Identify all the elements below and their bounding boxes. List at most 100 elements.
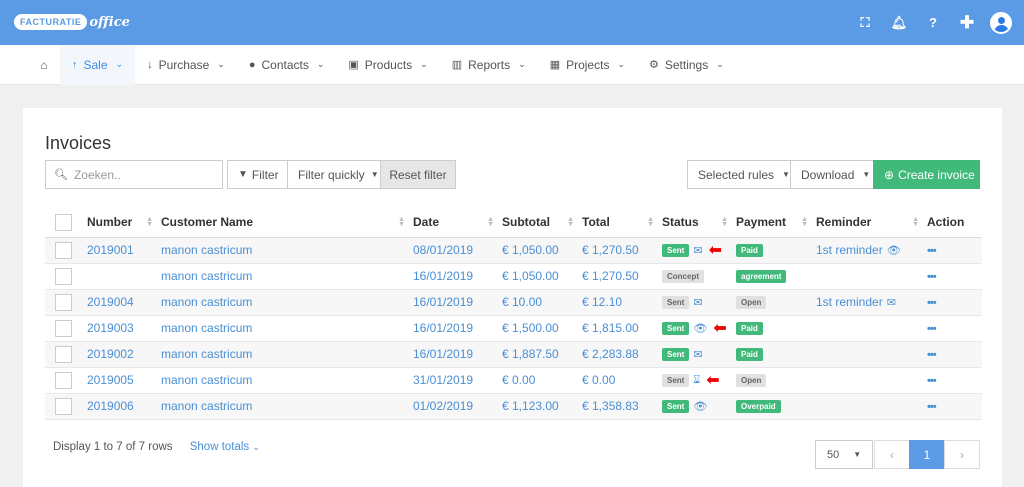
invoice-total: € 0.00 xyxy=(582,367,662,394)
invoices-table: Number ▲ ▼ Customer Name ▲ ▼ Date ▲ ▼ Subtotal… xyxy=(45,208,982,420)
nav-products[interactable]: ▣ Products ⌄ xyxy=(336,45,439,85)
nav-projects[interactable]: ▦ Projects ⌄ xyxy=(538,45,637,85)
envelope-icon[interactable]: ✉ xyxy=(693,244,702,257)
envelope-icon[interactable]: ✉ xyxy=(693,296,702,309)
search-input[interactable]: 🔍︎ Zoeken.. xyxy=(45,160,223,189)
customer-name[interactable]: manon castricum xyxy=(161,263,413,290)
more-actions-icon[interactable]: ••• xyxy=(927,349,937,361)
create-invoice-button[interactable]: ⊕ Create invoice xyxy=(873,160,980,189)
reset-filter-button[interactable]: Reset filter xyxy=(380,160,456,189)
eye-icon[interactable]: 👁︎ xyxy=(887,244,901,257)
download-dropdown[interactable]: Download ▼ xyxy=(790,160,874,189)
invoice-total: € 1,270.50 xyxy=(582,263,662,290)
plus-icon[interactable]: ✚ xyxy=(950,0,984,45)
display-rows-text: Display 1 to 7 of 7 rows xyxy=(53,441,173,453)
header-customer[interactable]: Customer Name ▲ ▼ xyxy=(161,208,413,238)
action-cell: ••• xyxy=(927,315,982,342)
row-checkbox[interactable] xyxy=(55,293,72,311)
help-icon[interactable]: ? xyxy=(916,0,950,45)
arrow-down-icon: ↓ xyxy=(147,58,153,71)
fullscreen-icon[interactable]: ⛶ xyxy=(848,0,882,45)
nav-contacts-label: Contacts xyxy=(261,57,309,72)
header-reminder[interactable]: Reminder ▲ ▼ xyxy=(816,208,927,238)
table-row[interactable]: 2019003 manon castricum 16/01/2019 € 1,5… xyxy=(45,315,982,342)
row-checkbox[interactable] xyxy=(55,267,72,285)
plus-circle-icon: ⊕ xyxy=(884,167,895,182)
customer-name[interactable]: manon castricum xyxy=(161,367,413,394)
table-row[interactable]: 2019005 manon castricum 31/01/2019 € 0.0… xyxy=(45,367,982,394)
eye-icon[interactable]: 👁︎ xyxy=(693,322,707,335)
envelope-icon[interactable]: ✉ xyxy=(693,348,702,361)
invoice-number[interactable] xyxy=(87,263,161,290)
invoice-number[interactable]: 2019003 xyxy=(87,315,161,342)
home-icon[interactable]: ⌂ xyxy=(28,45,60,85)
customer-name[interactable]: manon castricum xyxy=(161,341,413,368)
status-badge: Sent xyxy=(662,296,690,310)
nav-sale[interactable]: ↑ Sale ⌄ xyxy=(60,44,136,85)
filter-icon: ▼ xyxy=(238,169,248,180)
show-totals-link[interactable]: Show totals ⌄ xyxy=(190,441,260,453)
nav-settings[interactable]: ⚙ Settings ⌄ xyxy=(637,45,736,85)
more-actions-icon[interactable]: ••• xyxy=(927,323,937,335)
invoice-number[interactable]: 2019002 xyxy=(87,341,161,368)
header-subtotal[interactable]: Subtotal ▲ ▼ xyxy=(502,208,582,238)
chevron-down-icon: ⌄ xyxy=(316,59,325,69)
table-row[interactable]: 2019002 manon castricum 16/01/2019 € 1,8… xyxy=(45,341,982,368)
more-actions-icon[interactable]: ••• xyxy=(927,297,937,309)
table-row[interactable]: 2019004 manon castricum 16/01/2019 € 10.… xyxy=(45,289,982,316)
header-number[interactable]: Number ▲ ▼ xyxy=(87,208,161,238)
customer-name[interactable]: manon castricum xyxy=(161,289,413,316)
row-checkbox[interactable] xyxy=(55,319,72,337)
prev-page-button[interactable]: ‹ xyxy=(874,440,910,469)
reminder-link[interactable]: 1st reminder xyxy=(816,243,883,257)
more-actions-icon[interactable]: ••• xyxy=(927,271,937,283)
chevron-down-icon: ⌄ xyxy=(252,442,260,452)
status-cell: Sent ✉ xyxy=(662,341,736,368)
bell-icon[interactable]: 🔔︎ xyxy=(882,0,916,45)
user-avatar-icon[interactable] xyxy=(990,11,1012,34)
more-actions-icon[interactable]: ••• xyxy=(927,375,937,387)
envelope-icon[interactable]: ✉ xyxy=(887,296,896,309)
page-1-button[interactable]: 1 xyxy=(909,440,945,469)
nav-purchase[interactable]: ↓ Purchase ⌄ xyxy=(135,45,237,85)
header-date[interactable]: Date ▲ ▼ xyxy=(413,208,502,238)
selected-rules-dropdown[interactable]: Selected rules ▼ xyxy=(687,160,791,189)
filter-quickly-dropdown[interactable]: Filter quickly ▼ xyxy=(287,160,381,189)
row-checkbox[interactable] xyxy=(55,241,72,259)
eye-icon[interactable]: 👁︎ xyxy=(693,400,707,413)
row-checkbox[interactable] xyxy=(55,371,72,389)
customer-name[interactable]: manon castricum xyxy=(161,393,413,420)
row-checkbox[interactable] xyxy=(55,345,72,363)
rows-per-page-select[interactable]: 50 ▼ xyxy=(815,440,873,469)
table-row[interactable]: 2019001 manon castricum 08/01/2019 € 1,0… xyxy=(45,237,982,264)
customer-name[interactable]: manon castricum xyxy=(161,315,413,342)
invoice-date: 16/01/2019 xyxy=(413,263,502,290)
invoice-number[interactable]: 2019001 xyxy=(87,237,161,264)
header-payment[interactable]: Payment ▲ ▼ xyxy=(736,208,816,238)
facturatie-office-logo[interactable]: FACTURATIE office xyxy=(14,12,130,32)
header-status[interactable]: Status ▲ ▼ xyxy=(662,208,736,238)
reminder-cell xyxy=(816,393,927,420)
table-row[interactable]: 2019006 manon castricum 01/02/2019 € 1,1… xyxy=(45,393,982,420)
invoice-number[interactable]: 2019004 xyxy=(87,289,161,316)
table-row[interactable]: manon castricum 16/01/2019 € 1,050.00 € … xyxy=(45,263,982,290)
filter-button[interactable]: ▼ Filter xyxy=(227,160,290,189)
more-actions-icon[interactable]: ••• xyxy=(927,401,937,413)
more-actions-icon[interactable]: ••• xyxy=(927,245,937,257)
row-checkbox[interactable] xyxy=(55,397,72,415)
header-subtotal-label: Subtotal xyxy=(502,215,550,230)
header-total[interactable]: Total ▲ ▼ xyxy=(582,208,662,238)
reminder-link[interactable]: 1st reminder xyxy=(816,295,883,309)
nav-reports[interactable]: ▥ Reports ⌄ xyxy=(440,45,538,85)
next-page-button[interactable]: › xyxy=(944,440,980,469)
header-action-label: Action xyxy=(927,215,965,230)
select-all-checkbox[interactable] xyxy=(55,213,72,231)
invoice-number[interactable]: 2019005 xyxy=(87,367,161,394)
reminder-cell xyxy=(816,367,927,394)
nav-contacts[interactable]: ● Contacts ⌄ xyxy=(237,45,337,85)
customer-name[interactable]: manon castricum xyxy=(161,237,413,264)
status-badge: Sent xyxy=(662,400,690,414)
payment-cell: Overpaid xyxy=(736,393,816,420)
header-select-all[interactable] xyxy=(45,208,87,238)
invoice-number[interactable]: 2019006 xyxy=(87,393,161,420)
